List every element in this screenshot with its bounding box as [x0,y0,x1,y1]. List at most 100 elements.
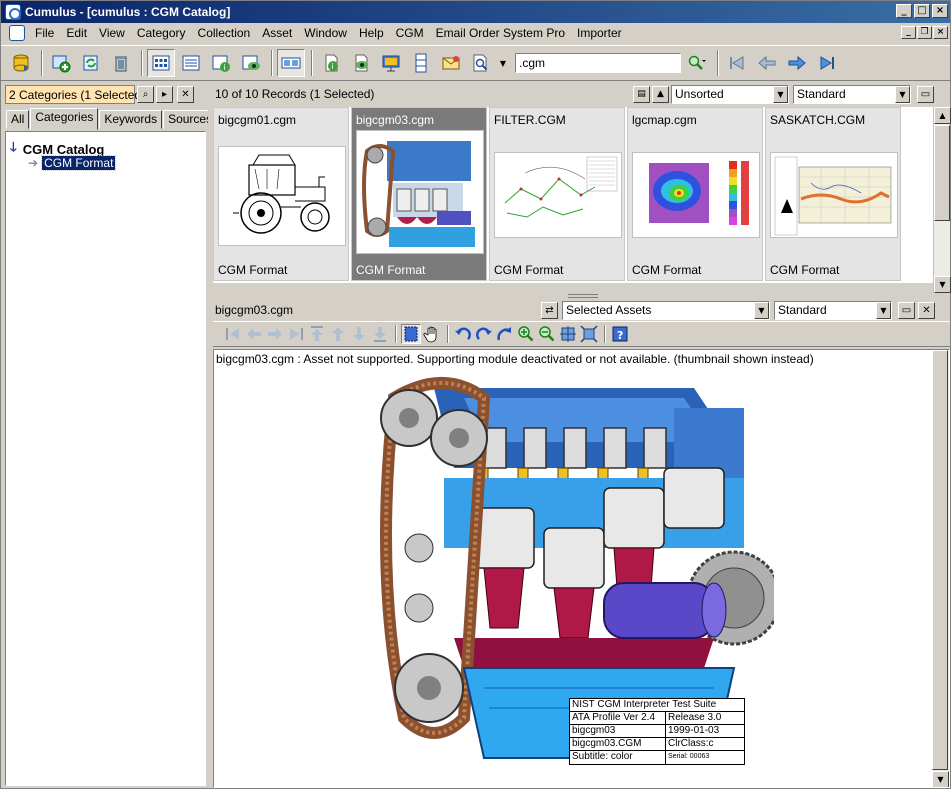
info-view-button[interactable]: i [207,49,235,77]
preview-down-button[interactable] [349,324,369,344]
category-options-button[interactable]: ▸ [156,85,173,103]
scroll-up-button[interactable]: ▲ [934,107,951,124]
view-set-select[interactable]: Standard ▼ [793,84,911,104]
asset-preview-button[interactable] [347,49,375,77]
category-search-button[interactable]: ⌕ [137,85,154,103]
help-button[interactable]: ? [610,324,630,344]
title-bar: Cumulus - [cumulus : CGM Catalog] _ □ × [1,1,950,23]
previous-record-button[interactable] [753,49,781,77]
tree-item-cgm-format[interactable]: ➔ CGM Format [28,155,117,171]
arrow-down-icon: 🡓 [10,140,17,155]
actual-size-button[interactable] [579,324,599,344]
preview-view-button[interactable] [237,49,265,77]
sort-descending-button[interactable]: ▤ [633,85,650,103]
open-catalog-button[interactable] [7,49,35,77]
close-pane-button[interactable]: ✕ [177,85,194,103]
preview-toolbar: ? [213,321,950,347]
select-tool-button[interactable] [401,324,421,344]
preview-view-value: Standard [778,303,827,317]
scroll-down-button[interactable]: ▼ [932,771,949,787]
menu-view[interactable]: View [93,26,131,40]
menu-importer[interactable]: Importer [571,26,628,40]
zoom-out-button[interactable] [537,324,557,344]
menu-edit[interactable]: Edit [60,26,93,40]
menu-cgm[interactable]: CGM [390,26,430,40]
add-assets-button[interactable] [47,49,75,77]
mdi-restore-button[interactable]: ❐ [917,26,932,39]
sort-ascending-button[interactable]: ▲ [652,85,669,103]
scroll-down-button[interactable]: ▼ [934,276,951,293]
scroll-thumb[interactable] [932,350,948,770]
scroll-thumb[interactable] [934,125,950,221]
menu-help[interactable]: Help [353,26,390,40]
thumbnail-item[interactable]: SASKATCH.CGM CGM Format [765,107,901,281]
split-view-button[interactable] [277,49,305,77]
close-button[interactable]: × [932,4,948,18]
update-records-button[interactable] [77,49,105,77]
menu-file[interactable]: File [29,26,60,40]
rotate-left-button[interactable] [453,324,473,344]
thumbnail-name: bigcgm01.cgm [218,113,297,127]
preview-first-button[interactable] [223,324,243,344]
preview-up-button[interactable] [328,324,348,344]
mdi-close-button[interactable]: × [933,26,948,39]
list-view-button[interactable] [177,49,205,77]
sync-button[interactable]: ⇄ [541,301,558,319]
find-dropdown-button[interactable]: ▼ [497,49,509,77]
preview-bottom-button[interactable] [370,324,390,344]
preview-next-button[interactable] [265,324,285,344]
preview-last-button[interactable] [286,324,306,344]
delete-button[interactable] [107,49,135,77]
preview-scrollbar[interactable]: ▼ [932,350,949,787]
category-tree[interactable]: 🡓 CGM Catalog ➔ CGM Format [5,131,206,786]
next-record-button[interactable] [783,49,811,77]
help-icon: ? [612,326,628,342]
tab-all[interactable]: All [6,110,30,129]
preview-previous-button[interactable] [244,324,264,344]
filmstrip-button[interactable] [407,49,435,77]
quick-search-input[interactable] [515,53,681,73]
tab-categories[interactable]: Categories [30,108,99,130]
zoom-in-button[interactable] [516,324,536,344]
menu-email-order[interactable]: Email Order System Pro [430,26,571,40]
find-button[interactable] [467,49,495,77]
thumbnail-item[interactable]: FILTER.CGM CGM Format [489,107,625,281]
thumbnail-item[interactable]: lgcmap.cgm CGM Format [627,107,763,281]
asset-filter-select[interactable]: Selected Assets ▼ [562,300,770,320]
mdi-minimize-button[interactable]: _ [901,26,916,39]
first-record-button[interactable] [723,49,751,77]
thumbnail-item[interactable]: bigcgm01.cgm CGM Format [213,107,349,281]
rotate-right-button[interactable] [474,324,494,344]
email-button[interactable] [437,49,465,77]
app-window: Cumulus - [cumulus : CGM Catalog] _ □ × … [0,0,951,789]
redo-button[interactable] [495,324,515,344]
preview-top-button[interactable] [307,324,327,344]
quick-search-button[interactable] [681,49,711,77]
menu-asset[interactable]: Asset [256,26,298,40]
preview-canvas[interactable]: bigcgm03.cgm : Asset not supported. Supp… [213,349,950,788]
preview-view-select[interactable]: Standard ▼ [774,300,892,320]
fit-window-button[interactable] [558,324,578,344]
document-icon[interactable] [9,25,25,41]
sync-icon: ⇄ [545,304,554,316]
slideshow-button[interactable] [377,49,405,77]
menu-category[interactable]: Category [131,26,192,40]
menu-window[interactable]: Window [298,26,353,40]
thumbnail-item-selected[interactable]: bigcgm03.cgm CGM Format [351,107,487,281]
pane-layout-button[interactable]: ▭ [917,85,934,103]
last-record-button[interactable] [813,49,841,77]
asset-info-button[interactable]: i [317,49,345,77]
cumulus-app-icon[interactable] [5,4,21,20]
minimize-button[interactable]: _ [896,4,912,18]
tab-keywords[interactable]: Keywords [99,110,163,129]
thumbnail-grid: bigcgm01.cgm CGM Format bigcgm03.cgm CGM… [213,107,933,283]
menu-collection[interactable]: Collection [192,26,257,40]
preview-close-button[interactable]: ✕ [918,301,935,319]
maximize-button[interactable]: □ [914,4,930,18]
sort-select[interactable]: Unsorted ▼ [671,84,789,104]
preview-layout-button[interactable]: ▭ [898,301,915,319]
map-thumbnail [770,152,898,238]
thumbnail-scrollbar[interactable]: ▲ ▼ [933,107,951,293]
pan-tool-button[interactable] [422,324,442,344]
thumbnail-view-button[interactable] [147,49,175,77]
